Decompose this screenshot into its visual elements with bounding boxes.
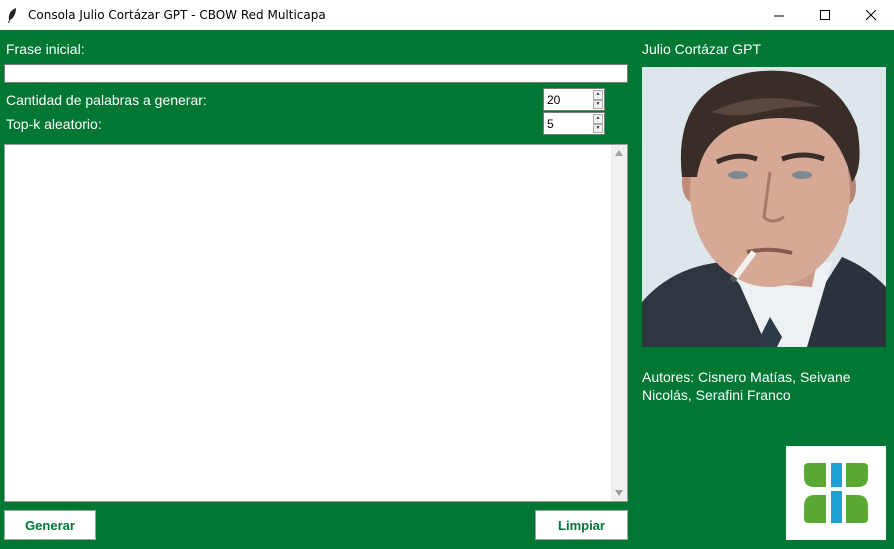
- maximize-button[interactable]: [802, 0, 848, 30]
- word-count-value: 20: [547, 93, 561, 107]
- clear-button[interactable]: Limpiar: [535, 510, 628, 540]
- vertical-scrollbar[interactable]: [611, 145, 627, 501]
- scroll-up-icon[interactable]: [611, 145, 627, 161]
- word-count-spinbox[interactable]: 20 ▲ ▼: [543, 88, 605, 111]
- output-textarea[interactable]: [4, 144, 628, 502]
- initial-phrase-label: Frase inicial:: [6, 41, 85, 57]
- initial-phrase-input[interactable]: [4, 64, 628, 83]
- word-count-label: Cantidad de palabras a generar:: [6, 92, 207, 108]
- scroll-down-icon[interactable]: [611, 485, 627, 501]
- sidebar-title: Julio Cortázar GPT: [642, 41, 762, 57]
- feather-icon: [7, 7, 19, 23]
- title-bar: Consola Julio Cortázar GPT - CBOW Red Mu…: [0, 0, 894, 30]
- maximize-icon: [819, 9, 830, 20]
- authors-text: Autores: Cisnero Matías, Seivane Nicolás…: [642, 369, 851, 403]
- close-icon: [865, 9, 876, 20]
- spin-down-icon[interactable]: ▼: [593, 123, 603, 133]
- spin-down-icon[interactable]: ▼: [593, 99, 603, 109]
- close-button[interactable]: [848, 0, 894, 30]
- author-portrait-image: [642, 67, 886, 347]
- logo: [786, 446, 886, 540]
- window-title: Consola Julio Cortázar GPT - CBOW Red Mu…: [28, 8, 326, 22]
- topk-label: Top-k aleatorio:: [6, 116, 102, 132]
- minimize-button[interactable]: [756, 0, 802, 30]
- organization-logo-icon: [804, 463, 868, 523]
- main-panel: Frase inicial: Cantidad de palabras a ge…: [0, 30, 894, 549]
- spin-up-icon[interactable]: ▲: [593, 114, 603, 124]
- spin-up-icon[interactable]: ▲: [593, 90, 603, 100]
- topk-value: 5: [547, 117, 554, 131]
- generate-button[interactable]: Generar: [4, 510, 96, 540]
- topk-spinbox[interactable]: 5 ▲ ▼: [543, 112, 605, 135]
- minimize-icon: [773, 15, 784, 16]
